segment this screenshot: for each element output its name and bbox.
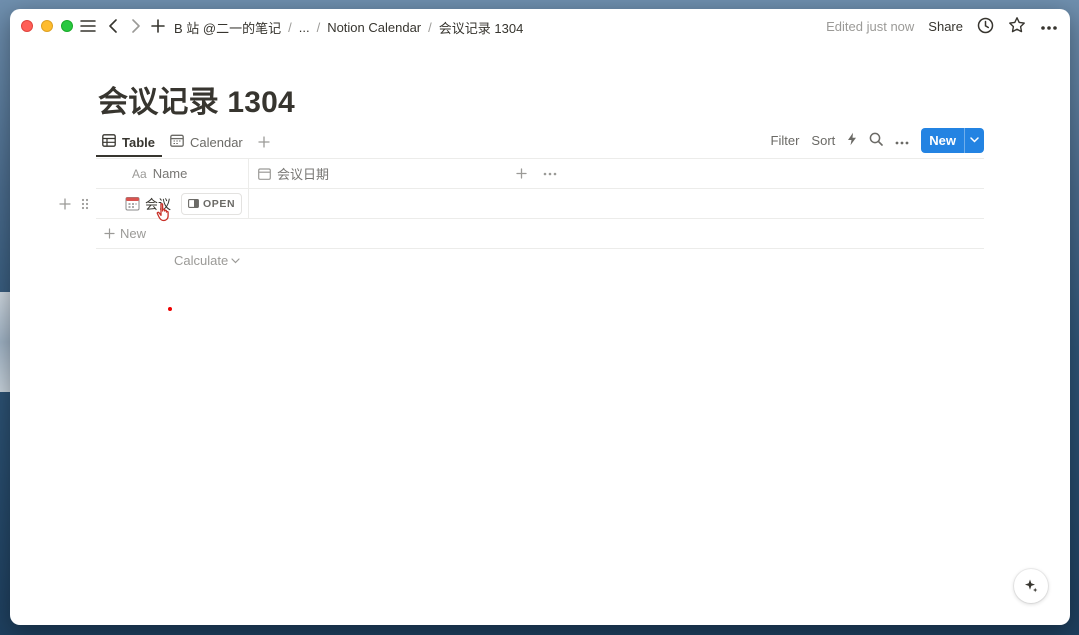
column-header-label: 会议日期 bbox=[277, 167, 330, 182]
breadcrumb-separator: / bbox=[288, 20, 292, 35]
new-page-icon[interactable] bbox=[151, 17, 165, 35]
history-icon[interactable] bbox=[977, 17, 994, 37]
share-button[interactable]: Share bbox=[928, 19, 963, 34]
table-row[interactable]: 会议 OPEN bbox=[59, 189, 984, 219]
hand-pointer-cursor-icon bbox=[156, 202, 172, 227]
tab-label: Table bbox=[122, 134, 155, 150]
sidebar-menu-icon[interactable] bbox=[80, 17, 96, 35]
calendar-icon bbox=[170, 134, 184, 150]
new-button-label: New bbox=[929, 132, 956, 148]
add-property-icon[interactable] bbox=[516, 159, 527, 188]
breadcrumb-item-current[interactable]: 会议记录 1304 bbox=[439, 18, 524, 37]
forward-icon[interactable] bbox=[131, 17, 141, 35]
add-view-icon[interactable] bbox=[258, 127, 270, 157]
breadcrumb-item-workspace[interactable]: B 站 @二一的笔记 bbox=[174, 18, 281, 37]
tab-label: Calendar bbox=[190, 134, 243, 150]
add-row-icon[interactable] bbox=[59, 189, 71, 218]
breadcrumb-item-notion-calendar[interactable]: Notion Calendar bbox=[327, 20, 421, 35]
new-row-button[interactable]: New bbox=[96, 219, 984, 249]
breadcrumb: B 站 @二一的笔记 / ... / Notion Calendar / 会议记… bbox=[174, 18, 523, 37]
automation-lightning-icon[interactable] bbox=[847, 132, 857, 149]
text-property-icon: Aa bbox=[132, 166, 147, 181]
page-title[interactable]: 会议记录 1304 bbox=[98, 77, 295, 121]
sparkle-icon bbox=[1023, 578, 1039, 594]
top-bar: B 站 @二一的笔记 / ... / Notion Calendar / 会议记… bbox=[10, 9, 1070, 43]
window-controls bbox=[21, 20, 73, 32]
new-row-content: New bbox=[104, 219, 146, 248]
topbar-right-tools: Edited just now Share bbox=[826, 16, 1058, 37]
table-icon bbox=[102, 134, 116, 150]
new-row-label: New bbox=[120, 226, 147, 241]
drag-handle-icon[interactable] bbox=[81, 189, 89, 218]
tab-table[interactable]: Table bbox=[102, 127, 155, 157]
close-window-button[interactable] bbox=[21, 20, 33, 32]
more-options-icon[interactable] bbox=[1040, 19, 1058, 34]
calculate-button[interactable]: Calculate bbox=[174, 253, 240, 268]
click-indicator-dot bbox=[168, 307, 172, 311]
back-icon[interactable] bbox=[108, 17, 118, 35]
minimize-window-button[interactable] bbox=[41, 20, 53, 32]
edited-status: Edited just now bbox=[826, 19, 915, 34]
calendar-emoji-icon bbox=[125, 196, 140, 211]
view-tools: Filter Sort New bbox=[771, 127, 984, 153]
plus-icon bbox=[104, 228, 115, 239]
chevron-down-icon bbox=[231, 257, 240, 264]
open-row-button[interactable]: OPEN bbox=[181, 192, 243, 215]
search-icon[interactable] bbox=[869, 132, 884, 149]
calculate-label: Calculate bbox=[174, 253, 229, 268]
column-header-date[interactable]: 会议日期 bbox=[258, 159, 329, 188]
favorite-star-icon[interactable] bbox=[1008, 16, 1026, 37]
filter-button[interactable]: Filter bbox=[771, 133, 800, 148]
calendar-icon bbox=[258, 167, 271, 180]
new-record-button[interactable]: New bbox=[921, 127, 984, 153]
name-cell[interactable]: 会议 OPEN bbox=[96, 189, 249, 218]
database-table: Aa Name 会议日期 会议 OPEN New bbox=[59, 158, 984, 249]
chevron-down-icon[interactable] bbox=[964, 127, 984, 153]
table-header-row: Aa Name 会议日期 bbox=[96, 159, 984, 189]
view-more-options-icon[interactable] bbox=[895, 133, 909, 148]
app-window: B 站 @二一的笔记 / ... / Notion Calendar / 会议记… bbox=[10, 9, 1070, 625]
zoom-window-button[interactable] bbox=[61, 20, 73, 32]
tab-calendar[interactable]: Calendar bbox=[170, 127, 243, 157]
sort-button[interactable]: Sort bbox=[811, 133, 835, 148]
open-in-side-peek-icon bbox=[188, 199, 199, 208]
column-header-name[interactable]: Aa Name bbox=[96, 159, 249, 188]
breadcrumb-item-ellipsis[interactable]: ... bbox=[299, 20, 310, 35]
breadcrumb-separator: / bbox=[316, 20, 321, 35]
active-tab-indicator bbox=[96, 155, 162, 157]
notion-ai-button[interactable] bbox=[1014, 569, 1048, 603]
table-more-options-icon[interactable] bbox=[543, 159, 557, 188]
open-label: OPEN bbox=[203, 197, 236, 210]
breadcrumb-separator: / bbox=[428, 20, 432, 35]
column-header-label: Name bbox=[152, 166, 188, 181]
view-tabs-bar: Table Calendar Filter Sort New bbox=[96, 127, 984, 159]
